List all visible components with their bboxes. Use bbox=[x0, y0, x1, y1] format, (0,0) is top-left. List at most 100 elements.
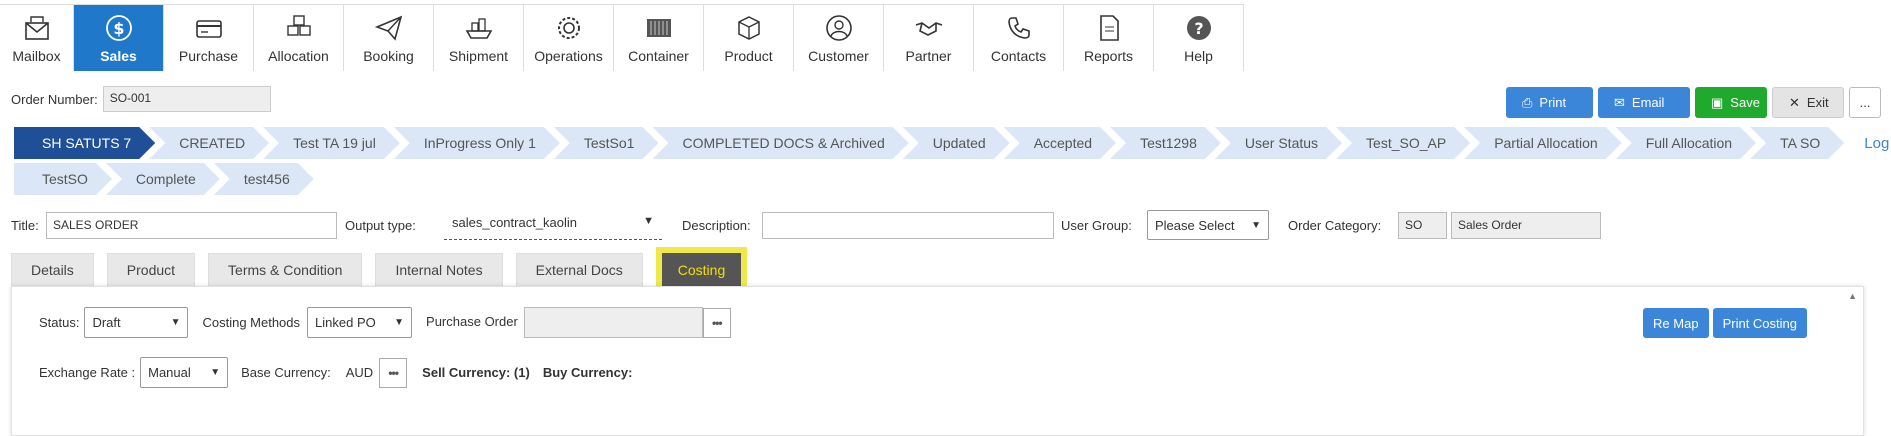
order-category-name: Sales Order bbox=[1451, 212, 1601, 239]
svg-text:$: $ bbox=[113, 19, 124, 38]
nav-label: Shipment bbox=[448, 48, 509, 64]
status-step[interactable]: TestSO bbox=[14, 163, 112, 195]
phone-icon bbox=[1002, 11, 1036, 45]
base-currency-value: AUD bbox=[345, 365, 374, 380]
status-step[interactable]: TA SO bbox=[1750, 127, 1844, 159]
close-icon: ✕ bbox=[1789, 94, 1800, 110]
user-group-select[interactable]: Please Select ▼ bbox=[1147, 210, 1269, 240]
status-step[interactable]: Partial Allocation bbox=[1464, 127, 1622, 159]
nav-label: Reports bbox=[1083, 48, 1134, 64]
container-icon bbox=[642, 11, 676, 45]
order-header-form: Title: SALES ORDER Output type: sales_co… bbox=[11, 210, 1891, 240]
nav-partner[interactable]: Partner bbox=[884, 5, 974, 71]
title-field[interactable]: SALES ORDER bbox=[46, 212, 337, 239]
status-step[interactable]: Accepted bbox=[1004, 127, 1116, 159]
status-step[interactable]: Updated bbox=[903, 127, 1010, 159]
status-step[interactable]: COMPLETED DOCS & Archived bbox=[652, 127, 908, 159]
status-step[interactable]: SH SATUTS 7 bbox=[14, 127, 155, 159]
purchase-order-lookup-button[interactable]: ••• bbox=[702, 307, 731, 338]
nav-purchase[interactable]: Purchase bbox=[164, 5, 254, 71]
description-field[interactable] bbox=[762, 212, 1054, 239]
nav-label: Product bbox=[724, 48, 773, 64]
output-type-select[interactable]: sales_contract_kaolin ▼ bbox=[444, 212, 662, 240]
toolbar-actions: ⎙ Print ✉ Email ▣ Save ✕ Exit ... bbox=[1506, 87, 1881, 118]
save-button[interactable]: ▣ Save bbox=[1695, 87, 1767, 118]
nav-label: Purchase bbox=[178, 48, 239, 64]
email-button[interactable]: ✉ Email bbox=[1598, 87, 1690, 118]
exit-button[interactable]: ✕ Exit bbox=[1772, 87, 1844, 118]
email-label: Email bbox=[1631, 95, 1665, 110]
status-step[interactable]: InProgress Only 1 bbox=[394, 127, 560, 159]
order-number-row: Order Number: SO-001 bbox=[11, 86, 271, 112]
scroll-up-icon[interactable]: ▲ bbox=[1848, 291, 1857, 301]
print-costing-button[interactable]: Print Costing bbox=[1712, 308, 1807, 338]
costing-row-1: Status: Draft ▼ Costing Methods Linked P… bbox=[39, 307, 731, 338]
order-category-code: SO bbox=[1398, 212, 1447, 239]
exchange-rate-value: Manual bbox=[148, 365, 191, 380]
costing-methods-select[interactable]: Linked PO ▼ bbox=[307, 307, 413, 338]
exchange-rate-select[interactable]: Manual ▼ bbox=[140, 357, 229, 388]
nav-label: Partner bbox=[905, 48, 952, 64]
chevron-down-icon: ▼ bbox=[170, 317, 181, 328]
status-step[interactable]: Test_SO_AP bbox=[1336, 127, 1470, 159]
save-label: Save bbox=[1730, 95, 1760, 110]
more-icon: ... bbox=[1859, 95, 1871, 110]
dollar-icon: $ bbox=[102, 11, 136, 45]
nav-customer[interactable]: Customer bbox=[794, 5, 884, 71]
user-group-label: User Group: bbox=[1061, 218, 1132, 233]
nav-contacts[interactable]: Contacts bbox=[974, 5, 1064, 71]
nav-label: Mailbox bbox=[12, 48, 61, 64]
status-step[interactable]: CREATED bbox=[149, 127, 269, 159]
floppy-icon: ▣ bbox=[1711, 94, 1724, 110]
base-currency-label: Base Currency: bbox=[241, 365, 331, 380]
purchase-order-field bbox=[523, 307, 703, 338]
tab-details[interactable]: Details bbox=[11, 253, 94, 286]
status-step[interactable]: TestSo1 bbox=[554, 127, 659, 159]
status-step[interactable]: User Status bbox=[1215, 127, 1342, 159]
more-button[interactable]: ... bbox=[1849, 87, 1881, 118]
tab-terms[interactable]: Terms & Condition bbox=[208, 253, 363, 286]
title-label: Title: bbox=[11, 218, 39, 233]
status-value: Draft bbox=[92, 315, 121, 330]
nav-reports[interactable]: Reports bbox=[1064, 5, 1154, 71]
nav-sales[interactable]: $ Sales bbox=[74, 5, 164, 71]
nav-label: Contacts bbox=[990, 48, 1047, 64]
costing-methods-value: Linked PO bbox=[315, 315, 376, 330]
order-number-label: Order Number: bbox=[11, 91, 98, 107]
cube-icon bbox=[732, 11, 766, 45]
mailbox-icon bbox=[20, 11, 54, 45]
status-label: Status: bbox=[39, 315, 80, 330]
status-select[interactable]: Draft ▼ bbox=[84, 307, 189, 338]
nav-label: Sales bbox=[100, 48, 137, 64]
chevron-down-icon: ▼ bbox=[210, 367, 221, 378]
print-button[interactable]: ⎙ Print bbox=[1506, 87, 1593, 118]
exchange-rate-label: Exchange Rate : bbox=[39, 365, 136, 380]
nav-container[interactable]: Container bbox=[614, 5, 704, 71]
tab-product[interactable]: Product bbox=[106, 253, 196, 286]
exit-label: Exit bbox=[1806, 95, 1829, 110]
remap-button[interactable]: Re Map bbox=[1643, 308, 1709, 338]
user-group-value: Please Select bbox=[1155, 217, 1235, 233]
base-currency-lookup-button[interactable]: ••• bbox=[379, 357, 408, 388]
paper-plane-icon bbox=[372, 11, 406, 45]
nav-mailbox[interactable]: Mailbox bbox=[0, 5, 74, 71]
envelope-icon: ✉ bbox=[1614, 94, 1625, 110]
status-step[interactable]: Test TA 19 jul bbox=[263, 127, 400, 159]
nav-operations[interactable]: Operations bbox=[524, 5, 614, 71]
tab-internal-notes[interactable]: Internal Notes bbox=[375, 253, 503, 286]
nav-allocation[interactable]: Allocation bbox=[254, 5, 344, 71]
nav-booking[interactable]: Booking bbox=[344, 5, 434, 71]
nav-product[interactable]: Product bbox=[704, 5, 794, 71]
status-step[interactable]: Test1298 bbox=[1110, 127, 1221, 159]
status-step[interactable]: test456 bbox=[214, 163, 314, 195]
user-icon bbox=[822, 11, 856, 45]
print-label: Print bbox=[1539, 95, 1567, 110]
nav-help[interactable]: ? Help bbox=[1154, 5, 1244, 71]
tab-external-docs[interactable]: External Docs bbox=[515, 253, 643, 286]
nav-shipment[interactable]: Shipment bbox=[434, 5, 524, 71]
sell-currency-label: Sell Currency: (1) bbox=[422, 365, 530, 380]
status-step[interactable]: Full Allocation bbox=[1616, 127, 1756, 159]
status-step[interactable]: Complete bbox=[106, 163, 220, 195]
output-type-value: sales_contract_kaolin bbox=[452, 215, 578, 230]
log-link[interactable]: Log bbox=[1864, 127, 1889, 159]
